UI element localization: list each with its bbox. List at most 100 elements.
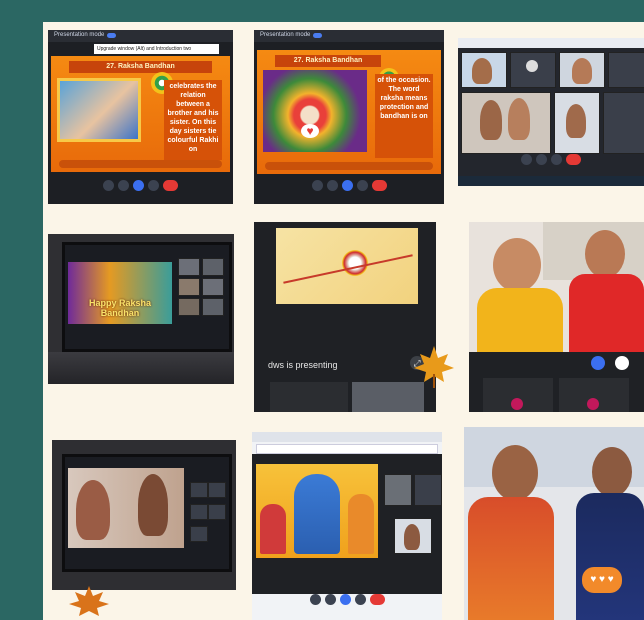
tile-slide-2: Presentation mode 27. Raksha Bandhan ♥ o… xyxy=(254,30,444,204)
mic-icon[interactable] xyxy=(591,356,605,370)
participant-photo xyxy=(138,474,168,536)
participant-tile xyxy=(414,474,442,506)
camera-icon[interactable] xyxy=(118,180,129,191)
end-call-icon[interactable] xyxy=(371,180,387,191)
mic-icon[interactable] xyxy=(311,180,323,191)
child-shirt xyxy=(477,288,563,352)
participant-tile xyxy=(208,504,226,520)
chat-heart-icon: ♥ ♥ ♥ xyxy=(582,567,622,593)
child-kurta xyxy=(576,493,644,620)
tile-browser-slide xyxy=(252,432,442,620)
tile-slide-1: Presentation mode Upgrade window (Alt) a… xyxy=(48,30,233,204)
avatar xyxy=(587,398,599,410)
present-icon[interactable] xyxy=(341,180,353,191)
slide-photo xyxy=(263,70,367,152)
participant-tile xyxy=(202,278,224,296)
participant-photo xyxy=(404,524,420,550)
shared-slide xyxy=(256,464,378,558)
mic-icon[interactable] xyxy=(103,180,114,191)
slide-title: 27. Raksha Bandhan xyxy=(275,55,381,67)
participant-photo xyxy=(508,98,530,140)
shared-screen xyxy=(276,228,418,304)
participant-photo xyxy=(76,480,110,540)
toggle-icon[interactable] xyxy=(313,33,322,38)
mic-icon[interactable] xyxy=(521,154,532,165)
slide-area: 27. Raksha Bandhan ♥ of the occasion. Th… xyxy=(257,50,441,174)
tile-presenting: dws is presenting ⤢ xyxy=(254,222,436,412)
tile-laptop-kids xyxy=(52,440,236,590)
slide-controls xyxy=(265,162,433,170)
browser-bar xyxy=(458,38,644,48)
banner-image: Happy Raksha Bandhan xyxy=(68,262,172,324)
child-face xyxy=(492,445,538,501)
more-icon[interactable] xyxy=(356,180,368,191)
banner-text: Happy Raksha Bandhan xyxy=(88,298,152,318)
present-icon[interactable] xyxy=(339,594,351,605)
camera-icon[interactable] xyxy=(326,180,338,191)
end-call-icon[interactable] xyxy=(369,594,385,605)
mic-icon[interactable] xyxy=(309,594,321,605)
tile-laptop-banner: Happy Raksha Bandhan xyxy=(48,234,234,384)
tile-kids xyxy=(469,222,644,412)
child-dress xyxy=(569,274,644,352)
more-icon[interactable] xyxy=(551,154,562,165)
slide-controls xyxy=(59,160,222,168)
child-dress xyxy=(468,497,554,620)
tile-festive-kids: ♥ ♥ ♥ xyxy=(464,427,644,620)
participant-photo xyxy=(572,58,592,84)
tile2-toolbar-text: Presentation mode xyxy=(260,32,311,38)
maple-leaf-icon xyxy=(414,346,454,388)
slide-photo xyxy=(57,78,141,142)
participant-photo xyxy=(566,104,586,138)
expand-icon[interactable] xyxy=(615,356,629,370)
slide-title: 27. Raksha Bandhan xyxy=(69,61,212,73)
camera-icon[interactable] xyxy=(324,594,336,605)
participant-tile xyxy=(270,382,348,412)
camera-icon[interactable] xyxy=(536,154,547,165)
slide-figure xyxy=(348,494,374,554)
participant-tile xyxy=(190,504,208,520)
participant-tile xyxy=(190,526,208,542)
avatar xyxy=(511,398,523,410)
child-face xyxy=(592,447,632,497)
end-call-icon[interactable] xyxy=(566,154,581,165)
participant-tile xyxy=(208,482,226,498)
address-bar xyxy=(256,444,438,454)
child-face xyxy=(585,230,625,278)
slide-figure xyxy=(260,504,286,554)
heart-icon: ♥ xyxy=(301,124,319,138)
browser-tabs xyxy=(252,432,442,442)
participant-tile xyxy=(608,52,644,88)
slide-text: of the occasion. The word raksha means p… xyxy=(375,74,433,158)
meet-controls xyxy=(48,178,233,196)
meet-controls xyxy=(252,592,442,610)
participant-tile xyxy=(202,298,224,316)
participant-photo xyxy=(472,58,492,84)
child-face xyxy=(493,238,541,292)
participant-tile xyxy=(190,482,208,498)
participant-photo xyxy=(480,100,502,140)
participant-tile xyxy=(178,278,200,296)
avatar xyxy=(526,60,538,72)
tile2-toolbar: Presentation mode xyxy=(254,30,444,42)
more-icon[interactable] xyxy=(148,180,159,191)
present-icon[interactable] xyxy=(133,180,144,191)
collage-board: Presentation mode Upgrade window (Alt) a… xyxy=(43,22,644,620)
end-call-icon[interactable] xyxy=(163,180,178,191)
meet-controls xyxy=(254,178,444,196)
laptop-keyboard xyxy=(48,352,234,384)
participant-tile xyxy=(178,298,200,316)
taskbar xyxy=(458,176,644,186)
slide-figure xyxy=(294,474,340,554)
presenting-label: dws is presenting xyxy=(268,360,338,370)
tile1-toolbar: Presentation mode xyxy=(48,30,233,42)
participant-tile xyxy=(202,258,224,276)
more-icon[interactable] xyxy=(354,594,366,605)
slide-area: 27. Raksha Bandhan celebrates the relati… xyxy=(51,56,230,172)
tile1-toolbar-text: Presentation mode xyxy=(54,32,105,38)
tooltip: Upgrade window (Alt) and Introduction tw… xyxy=(94,44,219,54)
toggle-icon[interactable] xyxy=(107,33,116,38)
tile-video-grid xyxy=(458,38,644,186)
participant-tile xyxy=(461,92,551,154)
meet-controls xyxy=(458,152,644,170)
